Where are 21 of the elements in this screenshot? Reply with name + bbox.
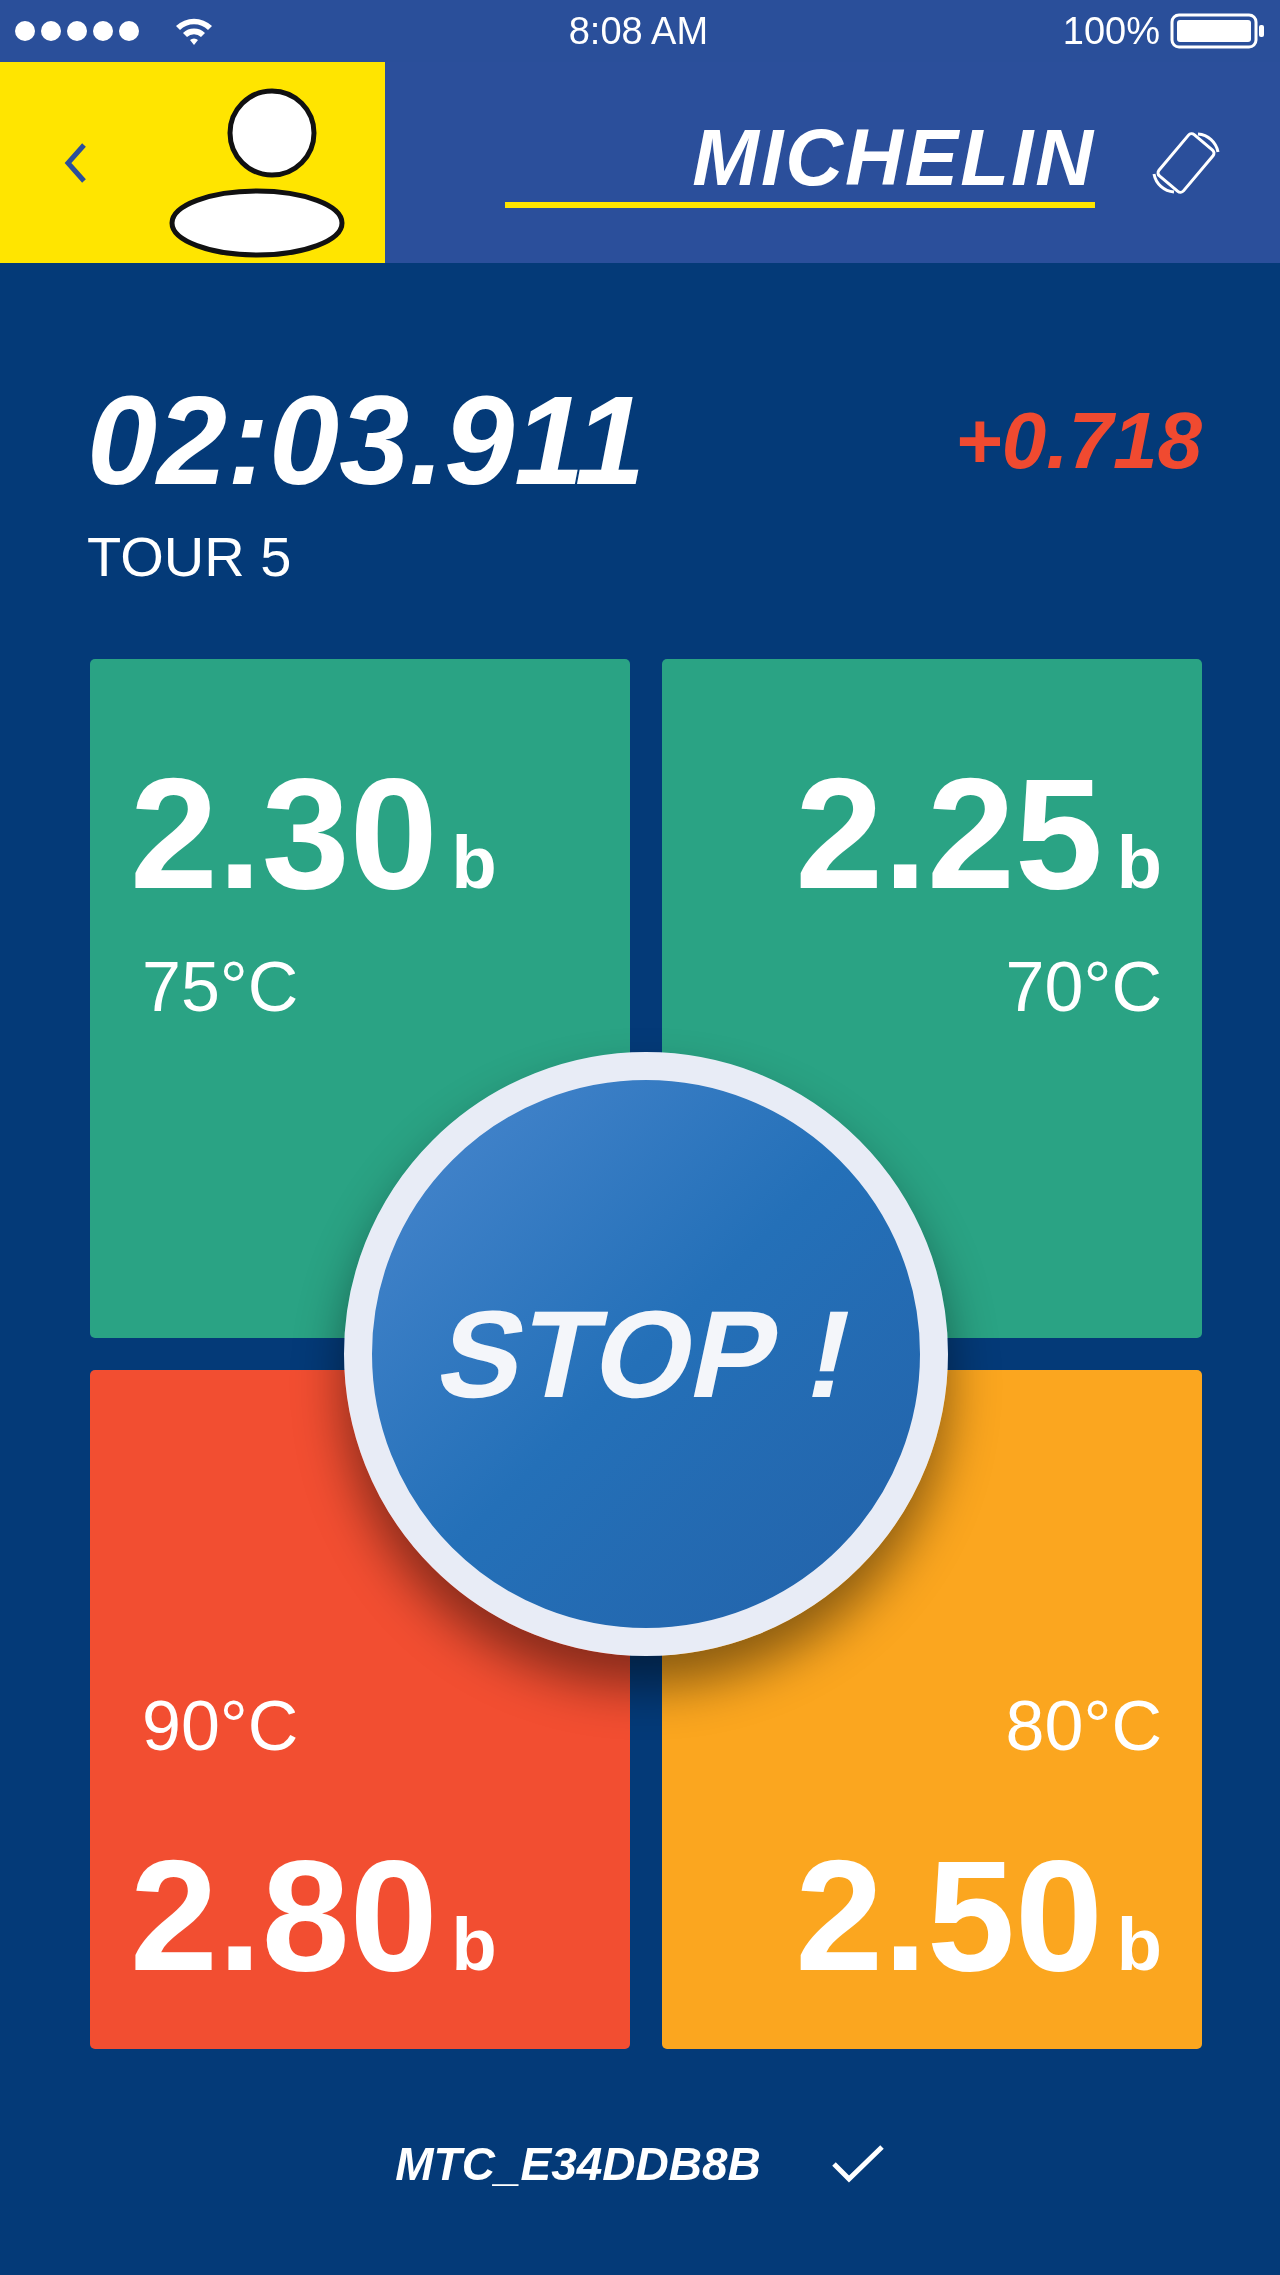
pressure-unit: b xyxy=(1116,1902,1162,1987)
pressure-unit: b xyxy=(451,820,497,905)
tire-temperature: 80°C xyxy=(1005,1686,1162,1766)
pressure-unit: b xyxy=(451,1902,497,1987)
lap-number: TOUR 5 xyxy=(87,524,293,589)
tire-temperature: 90°C xyxy=(141,1686,300,1766)
tire-temperature: 75°C xyxy=(141,947,300,1027)
wifi-icon xyxy=(174,16,214,46)
pressure-unit: b xyxy=(1116,820,1162,905)
tire-pressure: 2.50 xyxy=(795,1836,1103,1994)
tire-temperature: 70°C xyxy=(1005,947,1162,1027)
lap-delta: +0.718 xyxy=(955,401,1202,481)
tire-pressure: 2.30 xyxy=(130,754,438,912)
battery-icon xyxy=(1170,13,1266,49)
brand-logo: MICHELIN xyxy=(692,117,1095,198)
status-time: 8:08 AM xyxy=(568,9,709,53)
tire-pressure: 2.80 xyxy=(130,1836,438,1994)
battery-percentage: 100% xyxy=(1062,9,1160,53)
lap-time: 02:03.911 xyxy=(87,378,647,504)
device-name: MTC_E34DDB8B xyxy=(395,2137,761,2191)
tire-pressure: 2.25 xyxy=(795,754,1103,912)
